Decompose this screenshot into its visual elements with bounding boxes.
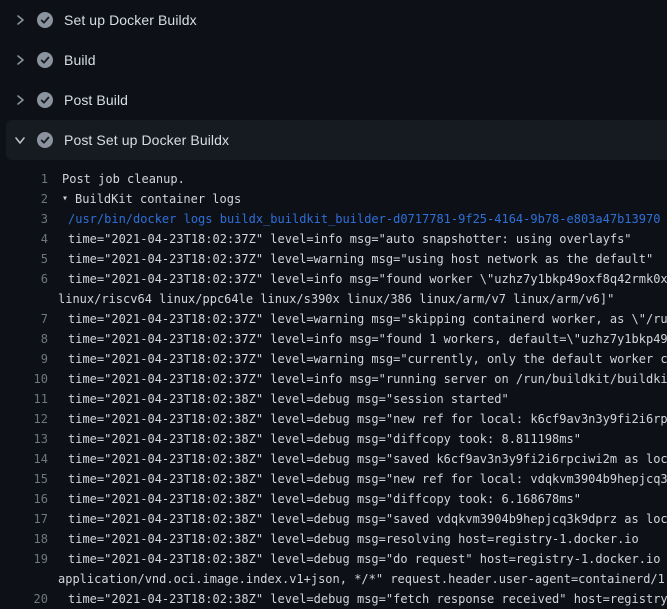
line-number[interactable]: 12 [0, 409, 48, 429]
log-text: time="2021-04-23T18:02:37Z" level=info m… [48, 369, 667, 389]
log-line: linux/riscv64 linux/ppc64le linux/s390x … [0, 289, 667, 309]
line-number[interactable]: 9 [0, 349, 48, 369]
log-line: 1 Post job cleanup. [0, 169, 667, 189]
log-text: linux/riscv64 linux/ppc64le linux/s390x … [48, 289, 614, 309]
step-label: Set up Docker Buildx [64, 12, 197, 28]
line-number[interactable]: 6 [0, 269, 48, 289]
line-number[interactable]: 10 [0, 369, 48, 389]
line-number[interactable]: 8 [0, 329, 48, 349]
log-text: time="2021-04-23T18:02:38Z" level=debug … [48, 589, 667, 609]
log-text: time="2021-04-23T18:02:37Z" level=warnin… [48, 349, 667, 369]
line-number[interactable]: 5 [0, 249, 48, 269]
line-number[interactable]: 15 [0, 469, 48, 489]
log-line: application/vnd.oci.image.index.v1+json,… [0, 569, 667, 589]
step-label: Post Build [64, 92, 128, 108]
step-label: Build [64, 52, 96, 68]
step-row-set-up-docker-buildx[interactable]: Set up Docker Buildx [0, 0, 667, 40]
log-text: Post job cleanup. [48, 169, 185, 189]
check-circle-icon [37, 52, 53, 68]
line-number[interactable]: 14 [0, 449, 48, 469]
check-circle-icon [37, 12, 53, 28]
log-line: 4 time="2021-04-23T18:02:37Z" level=info… [0, 229, 667, 249]
log-line: 7 time="2021-04-23T18:02:37Z" level=warn… [0, 309, 667, 329]
log-text: time="2021-04-23T18:02:38Z" level=debug … [48, 489, 581, 509]
log-line: 18 time="2021-04-23T18:02:38Z" level=deb… [0, 529, 667, 549]
log-line: 19 time="2021-04-23T18:02:38Z" level=deb… [0, 549, 667, 569]
line-number[interactable]: 2 [0, 189, 48, 209]
line-number[interactable]: 1 [0, 169, 48, 189]
line-number[interactable]: 3 [0, 209, 48, 229]
log-text: time="2021-04-23T18:02:37Z" level=warnin… [48, 309, 667, 329]
line-number[interactable] [0, 569, 48, 589]
log-line: 2 ▾BuildKit container logs [0, 189, 667, 209]
chevron-right-icon [13, 14, 26, 27]
log-text: time="2021-04-23T18:02:37Z" level=info m… [48, 329, 667, 349]
log-line: 17 time="2021-04-23T18:02:38Z" level=deb… [0, 509, 667, 529]
log-text: time="2021-04-23T18:02:37Z" level=info m… [48, 269, 667, 289]
step-label: Post Set up Docker Buildx [64, 132, 229, 148]
chevron-right-icon [13, 54, 26, 67]
check-circle-icon [37, 92, 53, 108]
log-line: 16 time="2021-04-23T18:02:38Z" level=deb… [0, 489, 667, 509]
log-line: 20 time="2021-04-23T18:02:38Z" level=deb… [0, 589, 667, 609]
line-number[interactable]: 19 [0, 549, 48, 569]
line-number[interactable]: 20 [0, 589, 48, 609]
log-text: time="2021-04-23T18:02:38Z" level=debug … [48, 449, 667, 469]
log-line: 13 time="2021-04-23T18:02:38Z" level=deb… [0, 429, 667, 449]
log-line: 9 time="2021-04-23T18:02:37Z" level=warn… [0, 349, 667, 369]
line-number[interactable]: 16 [0, 489, 48, 509]
log-text: time="2021-04-23T18:02:38Z" level=debug … [48, 469, 667, 489]
step-row-post-set-up-docker-buildx[interactable]: Post Set up Docker Buildx [6, 120, 667, 160]
step-row-build[interactable]: Build [0, 40, 667, 80]
log-text: time="2021-04-23T18:02:38Z" level=debug … [48, 509, 667, 529]
log-line: 12 time="2021-04-23T18:02:38Z" level=deb… [0, 409, 667, 429]
log-text: time="2021-04-23T18:02:37Z" level=info m… [48, 229, 632, 249]
log-line: 6 time="2021-04-23T18:02:37Z" level=info… [0, 269, 667, 289]
chevron-down-icon [13, 134, 26, 147]
log-line: 8 time="2021-04-23T18:02:37Z" level=info… [0, 329, 667, 349]
line-number[interactable]: 11 [0, 389, 48, 409]
log-text: /usr/bin/docker logs buildx_buildkit_bui… [48, 209, 660, 229]
check-circle-icon [37, 132, 53, 148]
log-line: 14 time="2021-04-23T18:02:38Z" level=deb… [0, 449, 667, 469]
chevron-right-icon [13, 94, 26, 107]
log-text: application/vnd.oci.image.index.v1+json,… [48, 569, 667, 589]
collapse-triangle-icon[interactable]: ▾ [62, 189, 68, 209]
log-container[interactable]: 1 Post job cleanup. 2 ▾BuildKit containe… [0, 160, 667, 609]
log-text: time="2021-04-23T18:02:38Z" level=debug … [48, 429, 581, 449]
log-line: 5 time="2021-04-23T18:02:37Z" level=warn… [0, 249, 667, 269]
line-number[interactable] [0, 289, 48, 309]
log-line: 3 /usr/bin/docker logs buildx_buildkit_b… [0, 209, 667, 229]
log-line: 11 time="2021-04-23T18:02:38Z" level=deb… [0, 389, 667, 409]
log-text: time="2021-04-23T18:02:38Z" level=debug … [48, 549, 667, 569]
log-line: 15 time="2021-04-23T18:02:38Z" level=deb… [0, 469, 667, 489]
log-text: time="2021-04-23T18:02:38Z" level=debug … [48, 409, 667, 429]
line-number[interactable]: 13 [0, 429, 48, 449]
log-text: time="2021-04-23T18:02:38Z" level=debug … [48, 529, 639, 549]
step-row-post-build[interactable]: Post Build [0, 80, 667, 120]
line-number[interactable]: 7 [0, 309, 48, 329]
line-number[interactable]: 17 [0, 509, 48, 529]
log-text: time="2021-04-23T18:02:37Z" level=warnin… [48, 249, 653, 269]
log-text: time="2021-04-23T18:02:38Z" level=debug … [48, 389, 509, 409]
step-list: Set up Docker Buildx Build Post Build Po… [0, 0, 667, 160]
log-line: 10 time="2021-04-23T18:02:37Z" level=inf… [0, 369, 667, 389]
line-number[interactable]: 4 [0, 229, 48, 249]
line-number[interactable]: 18 [0, 529, 48, 549]
log-text: ▾BuildKit container logs [48, 189, 241, 209]
